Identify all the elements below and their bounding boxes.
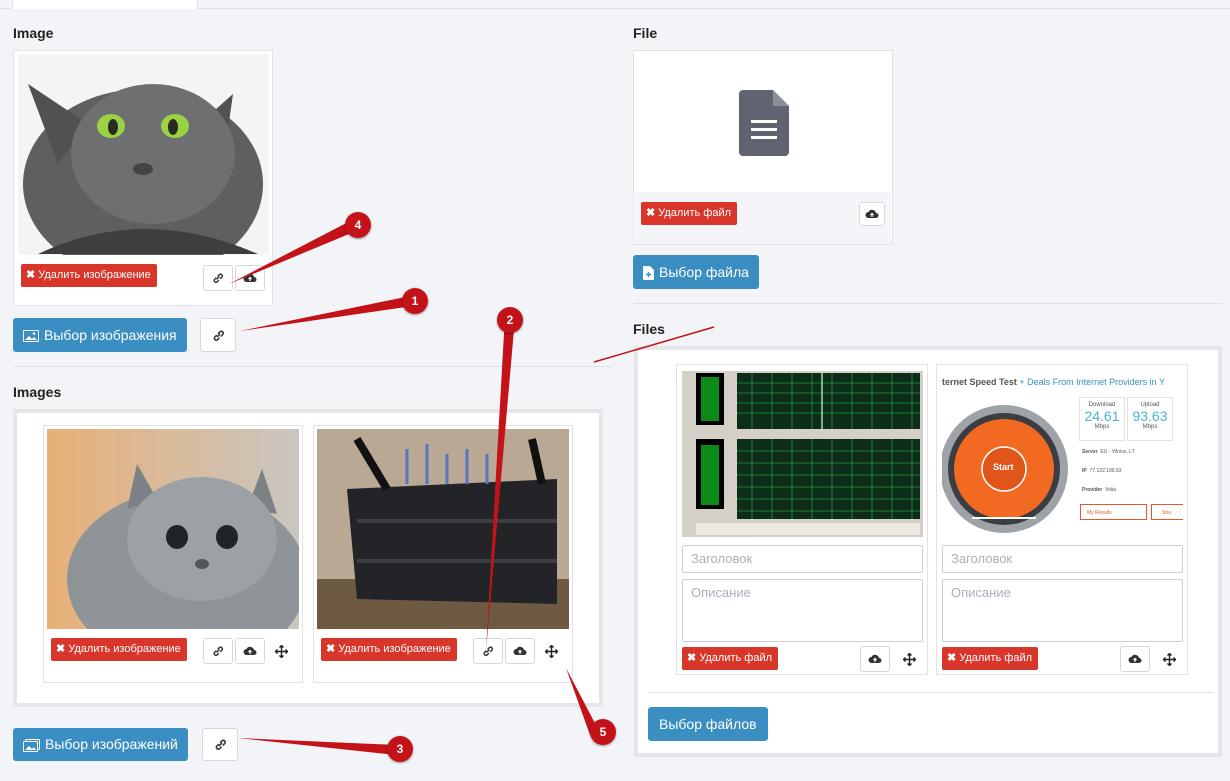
close-icon: ✖ bbox=[687, 652, 697, 664]
cloud-upload-icon bbox=[1128, 654, 1142, 663]
choose-images-button[interactable]: Выбор изображений bbox=[13, 728, 188, 761]
link-icon bbox=[213, 273, 223, 283]
move-icon[interactable] bbox=[1159, 649, 1179, 669]
choose-file-button[interactable]: Выбор файла bbox=[633, 255, 759, 289]
file-document-icon bbox=[739, 90, 789, 156]
file-section-label: File bbox=[633, 25, 658, 41]
file-upload-button[interactable] bbox=[1120, 646, 1150, 672]
images-gallery: ✖ Удалить изображение ✖ Удалить изображени… bbox=[13, 409, 603, 707]
divider bbox=[13, 366, 613, 367]
divider bbox=[633, 303, 1222, 304]
tab-active[interactable] bbox=[12, 0, 198, 9]
delete-file-button[interactable]: ✖ Удалить файл bbox=[641, 202, 738, 225]
image-icon bbox=[23, 330, 39, 343]
file-plus-icon bbox=[643, 266, 654, 281]
image-url-button[interactable] bbox=[200, 318, 236, 352]
speedtest-thumbnail: ternet Speed Test + Deals From Internet … bbox=[942, 371, 1183, 537]
file-description-textarea[interactable]: Описание bbox=[942, 579, 1183, 642]
cloud-upload-icon bbox=[243, 273, 257, 282]
images-section-label: Images bbox=[13, 384, 62, 400]
choose-files-button[interactable]: Выбор файлов bbox=[648, 707, 768, 741]
cloud-upload-icon bbox=[513, 646, 527, 655]
move-icon[interactable] bbox=[541, 641, 561, 661]
file-item: Заголовок Описание ✖ Удалить файл bbox=[676, 364, 928, 675]
annotation-badge-4: 4 bbox=[345, 212, 371, 238]
divider bbox=[648, 692, 1214, 693]
files-section-label: Files bbox=[633, 321, 665, 337]
file-title-input[interactable]: Заголовок bbox=[942, 545, 1183, 573]
image-upload-button[interactable] bbox=[505, 638, 535, 664]
link-icon bbox=[483, 646, 493, 656]
gallery-item: ✖ Удалить изображение bbox=[313, 425, 573, 683]
close-icon: ✖ bbox=[56, 643, 66, 655]
cat-image bbox=[18, 54, 269, 255]
cloud-upload-icon bbox=[243, 646, 257, 655]
delete-image-button[interactable]: ✖ Удалить изображение bbox=[51, 638, 187, 661]
delete-file-button[interactable]: ✖ Удалить файл bbox=[682, 647, 779, 670]
link-icon bbox=[213, 646, 223, 656]
move-icon[interactable] bbox=[899, 649, 919, 669]
delete-image-button[interactable]: ✖ Удалить изображение bbox=[321, 638, 457, 661]
images-icon bbox=[23, 738, 40, 752]
choose-image-button[interactable]: Выбор изображения bbox=[13, 318, 187, 352]
close-icon: ✖ bbox=[646, 207, 656, 219]
close-icon: ✖ bbox=[947, 652, 957, 664]
image-link-button[interactable] bbox=[203, 265, 233, 291]
delete-image-button[interactable]: ✖ Удалить изображение bbox=[21, 264, 157, 287]
image-upload-button[interactable] bbox=[235, 638, 265, 664]
annotation-badge-5: 5 bbox=[590, 719, 616, 745]
file-upload-button[interactable] bbox=[860, 646, 890, 672]
file-upload-button[interactable] bbox=[859, 202, 885, 226]
images-url-button[interactable] bbox=[202, 728, 238, 761]
image-section-label: Image bbox=[13, 25, 54, 41]
move-icon[interactable] bbox=[271, 641, 291, 661]
annotation-badge-2: 2 bbox=[497, 307, 523, 333]
gallery-item: ✖ Удалить изображение bbox=[43, 425, 303, 683]
annotation-badge-1: 1 bbox=[402, 288, 428, 314]
cloud-upload-icon bbox=[865, 209, 879, 218]
kitten-image bbox=[47, 429, 299, 629]
link-icon bbox=[215, 739, 226, 750]
files-gallery: Заголовок Описание ✖ Удалить файл ternet … bbox=[634, 346, 1222, 757]
file-item: ternet Speed Test + Deals From Internet … bbox=[936, 364, 1188, 675]
delete-file-button[interactable]: ✖ Удалить файл bbox=[942, 647, 1039, 670]
image-card: ✖ Удалить изображение bbox=[13, 50, 273, 306]
image-upload-button[interactable] bbox=[235, 265, 265, 291]
cloud-upload-icon bbox=[868, 654, 882, 663]
close-icon: ✖ bbox=[326, 643, 336, 655]
file-card: ✖ Удалить файл bbox=[633, 50, 893, 245]
link-icon bbox=[213, 330, 224, 341]
close-icon: ✖ bbox=[26, 269, 36, 281]
router-image bbox=[317, 429, 569, 629]
image-link-button[interactable] bbox=[473, 638, 503, 664]
task-manager-thumbnail bbox=[682, 371, 923, 537]
annotation-badge-3: 3 bbox=[387, 736, 413, 762]
file-description-textarea[interactable]: Описание bbox=[682, 579, 923, 642]
image-link-button[interactable] bbox=[203, 638, 233, 664]
file-title-input[interactable]: Заголовок bbox=[682, 545, 923, 573]
